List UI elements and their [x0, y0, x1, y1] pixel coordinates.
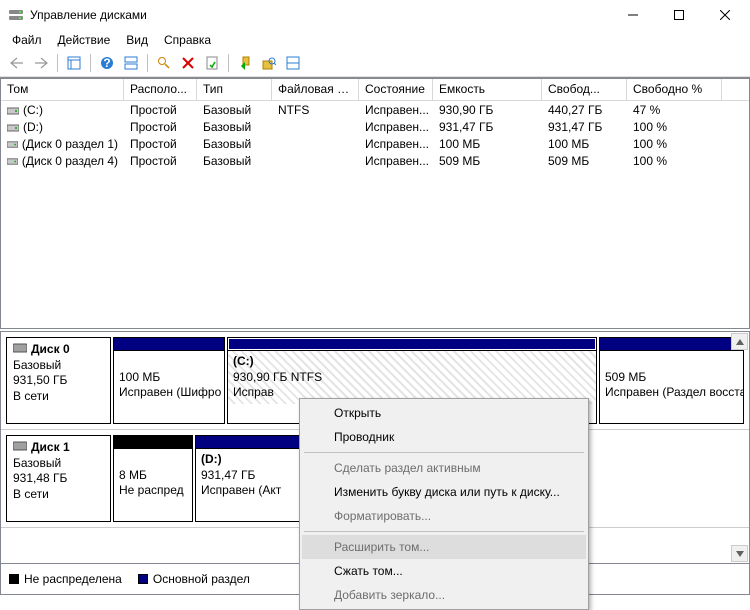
find-button[interactable] [153, 52, 175, 74]
table-body: (C:) Простой Базовый NTFS Исправен... 93… [1, 101, 749, 169]
ctx-change-letter[interactable]: Изменить букву диска или путь к диску... [302, 480, 586, 504]
svg-text:?: ? [103, 56, 110, 70]
scroll-up-button[interactable] [731, 333, 748, 350]
app-icon [8, 7, 24, 23]
table-row[interactable]: (Диск 0 раздел 1) Простой Базовый Исправ… [1, 135, 749, 152]
minimize-button[interactable] [610, 0, 656, 30]
volume-table: Том Располо... Тип Файловая с... Состоян… [0, 78, 750, 329]
col-free-pct[interactable]: Свободно % [627, 79, 722, 100]
settings-button[interactable] [282, 52, 304, 74]
title-bar: Управление дисками [0, 0, 750, 30]
ctx-make-active: Сделать раздел активным [302, 456, 586, 480]
col-free[interactable]: Свобод... [542, 79, 627, 100]
partition-d1-p2[interactable]: (D:)931,47 ГБИсправен (Акт [195, 435, 300, 522]
menu-file[interactable]: Файл [4, 31, 50, 49]
drive-icon [7, 139, 18, 149]
partition-d0-p1[interactable]: 100 МБИсправен (Шифро [113, 337, 225, 424]
disk-header-0[interactable]: Диск 0 Базовый 931,50 ГБ В сети [6, 337, 111, 424]
col-volume[interactable]: Том [1, 79, 124, 100]
rescan-button[interactable] [258, 52, 280, 74]
drive-icon [7, 122, 19, 132]
maximize-button[interactable] [656, 0, 702, 30]
disk-icon [13, 342, 27, 358]
col-layout[interactable]: Располо... [124, 79, 197, 100]
view-graphic-button[interactable] [120, 52, 142, 74]
partition-d1-unalloc[interactable]: 8 МБНе распред [113, 435, 193, 522]
forward-button[interactable] [30, 52, 52, 74]
drive-icon [7, 105, 19, 115]
col-capacity[interactable]: Емкость [433, 79, 542, 100]
menu-action[interactable]: Действие [50, 31, 119, 49]
table-row[interactable]: (C:) Простой Базовый NTFS Исправен... 93… [1, 101, 749, 118]
menu-help[interactable]: Справка [156, 31, 219, 49]
window-title: Управление дисками [30, 8, 610, 22]
refresh-button[interactable] [234, 52, 256, 74]
partition-d0-p3[interactable]: 509 МБИсправен (Раздел восстан [599, 337, 744, 424]
legend-swatch-primary [138, 574, 148, 584]
col-filesystem[interactable]: Файловая с... [272, 79, 359, 100]
drive-icon [7, 156, 18, 166]
toolbar: ? [0, 50, 750, 78]
menu-view[interactable]: Вид [118, 31, 156, 49]
ctx-add-mirror: Добавить зеркало... [302, 583, 586, 607]
close-button[interactable] [702, 0, 748, 30]
ctx-format: Форматировать... [302, 504, 586, 528]
delete-button[interactable] [177, 52, 199, 74]
table-header: Том Располо... Тип Файловая с... Состоян… [1, 79, 749, 101]
properties-button[interactable] [201, 52, 223, 74]
disk-icon [13, 440, 27, 456]
col-type[interactable]: Тип [197, 79, 272, 100]
scroll-down-button[interactable] [731, 545, 748, 562]
view-list-button[interactable] [63, 52, 85, 74]
table-row[interactable]: (Диск 0 раздел 4) Простой Базовый Исправ… [1, 152, 749, 169]
context-menu: Открыть Проводник Сделать раздел активны… [299, 398, 589, 610]
ctx-extend-volume: Расширить том... [302, 535, 586, 559]
col-status[interactable]: Состояние [359, 79, 433, 100]
menu-bar: Файл Действие Вид Справка [0, 30, 750, 50]
table-row[interactable]: (D:) Простой Базовый Исправен... 931,47 … [1, 118, 749, 135]
ctx-open[interactable]: Открыть [302, 401, 586, 425]
help-button[interactable]: ? [96, 52, 118, 74]
ctx-explorer[interactable]: Проводник [302, 425, 586, 449]
ctx-shrink-volume[interactable]: Сжать том... [302, 559, 586, 583]
disk-header-1[interactable]: Диск 1 Базовый 931,48 ГБ В сети [6, 435, 111, 522]
back-button[interactable] [6, 52, 28, 74]
legend-swatch-unallocated [9, 574, 19, 584]
